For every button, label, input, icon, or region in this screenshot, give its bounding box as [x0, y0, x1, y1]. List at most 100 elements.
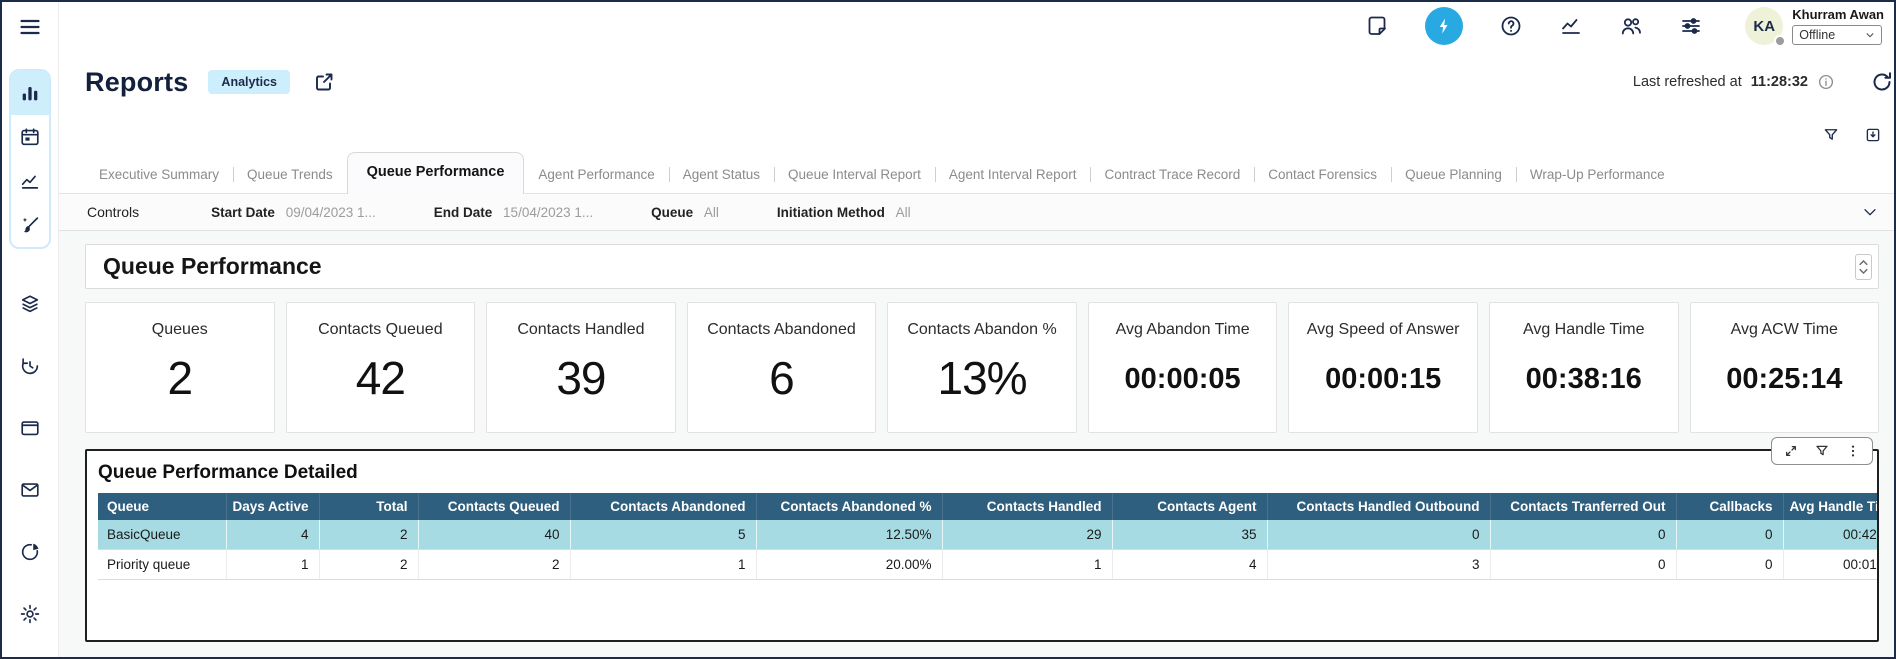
- col-contacts-transferred-out[interactable]: Contacts Tranferred Out: [1490, 493, 1676, 520]
- tab-executive-summary[interactable]: Executive Summary: [85, 157, 233, 193]
- sidebar-item-modules[interactable]: [15, 293, 45, 315]
- cell-avg-handle-time: 00:42:22: [1783, 520, 1877, 550]
- tab-queue-interval-report[interactable]: Queue Interval Report: [774, 157, 935, 193]
- tab-wrap-up-performance[interactable]: Wrap-Up Performance: [1516, 157, 1679, 193]
- tab-queue-planning[interactable]: Queue Planning: [1391, 157, 1516, 193]
- note-icon[interactable]: [1365, 14, 1389, 38]
- tab-agent-status[interactable]: Agent Status: [669, 157, 774, 193]
- tab-contract-trace-record[interactable]: Contract Trace Record: [1090, 157, 1254, 193]
- col-avg-handle-time[interactable]: Avg Handle Time: [1783, 493, 1877, 520]
- mail-icon: [19, 479, 41, 501]
- metrics-icon[interactable]: [1559, 14, 1583, 38]
- page-header: Reports Analytics Last refreshed at 11:2…: [59, 50, 1894, 102]
- cell-contacts-agent: 4: [1112, 550, 1267, 580]
- tab-agent-performance[interactable]: Agent Performance: [524, 157, 668, 193]
- last-refreshed-label: Last refreshed at: [1633, 74, 1742, 90]
- help-icon[interactable]: [1499, 14, 1523, 38]
- kpi-value: 39: [556, 351, 605, 405]
- kpi-card-avg-acw-time: Avg ACW Time 00:25:14: [1690, 302, 1880, 433]
- sidebar-item-metrics[interactable]: [9, 159, 51, 203]
- kpi-card-contacts-handled: Contacts Handled 39: [486, 302, 676, 433]
- tab-queue-trends[interactable]: Queue Trends: [233, 157, 347, 193]
- cell-queue: Priority queue: [98, 550, 226, 580]
- filter-queue[interactable]: Queue All: [651, 205, 719, 220]
- sidebar-item-reports-pie[interactable]: [15, 541, 45, 563]
- kpi-label: Queues: [152, 321, 208, 339]
- cell-contacts-handled: 29: [942, 520, 1112, 550]
- sidebar-item-reports[interactable]: [9, 71, 51, 115]
- expand-icon[interactable]: [1783, 443, 1799, 459]
- col-contacts-abandoned[interactable]: Contacts Abandoned: [570, 493, 756, 520]
- kpi-label: Avg Abandon Time: [1116, 321, 1250, 339]
- kebab-menu-icon[interactable]: [1845, 443, 1861, 459]
- sidebar-item-mail[interactable]: [15, 479, 45, 501]
- tab-agent-interval-report[interactable]: Agent Interval Report: [935, 157, 1091, 193]
- kpi-value: 42: [356, 351, 405, 405]
- sidebar-item-workspace[interactable]: [15, 417, 45, 439]
- filter-initiation-method[interactable]: Initiation Method All: [777, 205, 911, 220]
- menu-icon[interactable]: [18, 15, 42, 39]
- lightning-icon: [1435, 17, 1453, 35]
- sliders-icon[interactable]: [1679, 14, 1703, 38]
- agent-status-value: Offline: [1799, 28, 1835, 42]
- cell-contacts-transferred-out: 0: [1490, 520, 1676, 550]
- col-days-active[interactable]: Days Active: [226, 493, 319, 520]
- table-row-priority-queue[interactable]: Priority queue 1 2 2 1 20.00% 1 4 3 0 0: [98, 550, 1877, 580]
- user-area: KA Khurram Awan Offline: [1745, 7, 1884, 45]
- cell-contacts-abandoned: 5: [570, 520, 756, 550]
- filter-end-date-value: 15/04/2023 1...: [503, 205, 593, 220]
- table-container: Queue Days Active Total Contacts Queued …: [98, 493, 1877, 580]
- section-spinner[interactable]: [1855, 254, 1872, 280]
- sidebar-item-schedule[interactable]: [9, 115, 51, 159]
- agent-status-select[interactable]: Offline: [1792, 25, 1882, 45]
- sidebar-nav-group: [9, 69, 51, 249]
- info-icon[interactable]: [1817, 73, 1835, 91]
- col-contacts-handled[interactable]: Contacts Handled: [942, 493, 1112, 520]
- kpi-card-avg-speed-of-answer: Avg Speed of Answer 00:00:15: [1288, 302, 1478, 433]
- users-icon[interactable]: [1619, 14, 1643, 38]
- realtime-button[interactable]: [1425, 7, 1463, 45]
- sidebar-item-designer[interactable]: [9, 203, 51, 247]
- controls-bar: Controls Start Date 09/04/2023 1... End …: [59, 193, 1894, 231]
- refresh-icon[interactable]: [1870, 70, 1894, 94]
- col-contacts-abandoned-pct[interactable]: Contacts Abandoned %: [756, 493, 942, 520]
- table-row-basicqueue[interactable]: BasicQueue 4 2 40 5 12.50% 29 35 0 0 0: [98, 520, 1877, 550]
- col-contacts-queued[interactable]: Contacts Queued: [418, 493, 570, 520]
- kpi-card-contacts-abandoned: Contacts Abandoned 6: [687, 302, 877, 433]
- sidebar-item-history[interactable]: [15, 355, 45, 377]
- filter-start-date[interactable]: Start Date 09/04/2023 1...: [211, 205, 376, 220]
- cell-total: 2: [319, 550, 418, 580]
- kpi-card-avg-handle-time: Avg Handle Time 00:38:16: [1489, 302, 1679, 433]
- filter-end-date[interactable]: End Date 15/04/2023 1...: [434, 205, 593, 220]
- cell-contacts-handled: 1: [942, 550, 1112, 580]
- layers-icon: [19, 293, 41, 315]
- tab-queue-performance[interactable]: Queue Performance: [347, 152, 525, 194]
- download-icon[interactable]: [1864, 126, 1882, 144]
- sidebar-secondary-nav: [15, 293, 45, 625]
- col-queue[interactable]: Queue: [98, 493, 226, 520]
- cell-contacts-agent: 35: [1112, 520, 1267, 550]
- controls-label: Controls: [87, 204, 139, 220]
- kpi-card-contacts-abandon-pct: Contacts Abandon % 13%: [887, 302, 1077, 433]
- cell-callbacks: 0: [1676, 520, 1783, 550]
- kpi-cards: Queues 2 Contacts Queued 42 Contacts Han…: [85, 302, 1879, 433]
- gear-icon: [19, 603, 41, 625]
- report-tabs: Executive Summary Queue Trends Queue Per…: [59, 146, 1894, 193]
- filter-icon[interactable]: [1822, 126, 1840, 144]
- cell-contacts-transferred-out: 0: [1490, 550, 1676, 580]
- kpi-value: 00:00:05: [1125, 363, 1241, 396]
- col-contacts-agent[interactable]: Contacts Agent: [1112, 493, 1267, 520]
- col-total[interactable]: Total: [319, 493, 418, 520]
- tab-contact-forensics[interactable]: Contact Forensics: [1254, 157, 1391, 193]
- kpi-label: Avg Speed of Answer: [1307, 321, 1460, 339]
- filter-start-date-label: Start Date: [211, 205, 275, 220]
- col-callbacks[interactable]: Callbacks: [1676, 493, 1783, 520]
- topbar: KA Khurram Awan Offline: [59, 2, 1894, 50]
- sidebar: [2, 2, 59, 657]
- external-link-icon[interactable]: [312, 70, 336, 94]
- filter-icon[interactable]: [1814, 443, 1830, 459]
- col-contacts-handled-outbound[interactable]: Contacts Handled Outbound: [1267, 493, 1490, 520]
- sidebar-item-settings[interactable]: [15, 603, 45, 625]
- cell-days-active: 4: [226, 520, 319, 550]
- controls-collapse-chevron-icon[interactable]: [1862, 204, 1878, 220]
